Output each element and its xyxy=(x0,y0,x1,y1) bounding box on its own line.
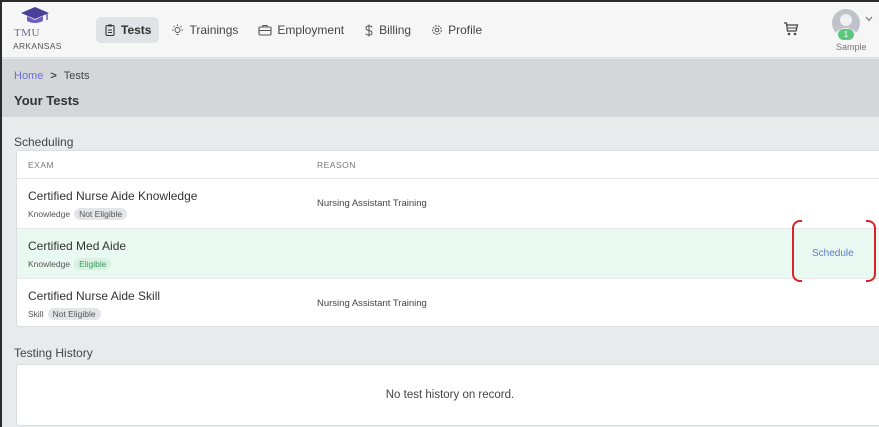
page-header xyxy=(2,59,879,117)
exam-name: Certified Nurse Aide Skill xyxy=(28,289,161,303)
exam-reason: Nursing Assistant Training xyxy=(317,198,427,209)
chevron-down-icon[interactable] xyxy=(865,16,873,22)
nav-trainings-label: Trainings xyxy=(189,23,239,37)
gear-icon xyxy=(432,25,442,35)
shopping-cart-icon[interactable] xyxy=(783,21,799,37)
testing-history-title: Testing History xyxy=(14,346,93,360)
brand-logo[interactable]: TMU ARKANSAS xyxy=(12,6,72,54)
notification-badge: 1 xyxy=(838,29,854,40)
brand-name: TMU xyxy=(14,27,40,39)
nav-billing-label: Billing xyxy=(379,23,412,37)
schedule-button[interactable]: Schedule xyxy=(812,248,854,259)
nav-tests[interactable]: Tests xyxy=(96,17,160,43)
status-badge: Eligible xyxy=(74,258,112,270)
empty-history-message: No test history on record. xyxy=(385,389,515,401)
lightbulb-icon xyxy=(172,24,184,35)
testing-history-card: No test history on record. xyxy=(16,364,879,426)
table-row: Certified Med Aide Knowledge Eligible Sc… xyxy=(17,229,879,279)
exam-type: Knowledge xyxy=(28,209,71,219)
page-title: Your Tests xyxy=(14,93,80,108)
nav-billing[interactable]: Billing xyxy=(356,17,419,43)
nav-tests-label: Tests xyxy=(121,23,152,37)
nav-profile-label: Profile xyxy=(448,23,483,37)
annotation-bracket-right xyxy=(866,220,876,282)
nav-employment[interactable]: Employment xyxy=(250,17,352,43)
breadcrumb: Home > Tests xyxy=(14,70,89,82)
briefcase-icon xyxy=(258,24,272,36)
top-navigation-bar: TMU ARKANSAS Tests Trainings Employment … xyxy=(2,2,879,58)
table-header: EXAM REASON xyxy=(17,151,879,179)
exam-reason: Nursing Assistant Training xyxy=(317,298,427,309)
nav-profile[interactable]: Profile xyxy=(423,17,490,43)
table-row: Certified Nurse Aide Knowledge Knowledge… xyxy=(17,179,879,229)
status-badge: Not Eligible xyxy=(74,208,128,220)
breadcrumb-current: Tests xyxy=(63,70,90,82)
graduation-cap-icon xyxy=(21,7,49,23)
brand-state: ARKANSAS xyxy=(13,41,62,51)
breadcrumb-separator: > xyxy=(50,70,57,82)
table-row: Certified Nurse Aide Skill Skill Not Eli… xyxy=(17,279,879,326)
exam-meta: Knowledge Eligible xyxy=(28,258,112,270)
column-header-reason: REASON xyxy=(317,160,356,170)
exam-type: Skill xyxy=(28,309,44,319)
nav-trainings[interactable]: Trainings xyxy=(163,17,246,43)
main-nav: Tests Trainings Employment Billing Profi… xyxy=(96,17,494,43)
exam-name: Certified Nurse Aide Knowledge xyxy=(28,189,198,203)
clipboard-icon xyxy=(105,24,115,36)
exam-type: Knowledge xyxy=(28,259,71,269)
dollar-icon xyxy=(365,24,373,36)
scheduling-table: EXAM REASON Certified Nurse Aide Knowled… xyxy=(16,150,879,327)
status-badge: Not Eligible xyxy=(47,308,101,320)
column-header-exam: EXAM xyxy=(28,160,55,170)
exam-meta: Skill Not Eligible xyxy=(28,308,101,320)
exam-meta: Knowledge Not Eligible xyxy=(28,208,128,220)
scheduling-section-title: Scheduling xyxy=(14,135,74,149)
annotation-bracket-left xyxy=(792,220,802,282)
breadcrumb-home-link[interactable]: Home xyxy=(14,70,43,82)
app-frame: TMU ARKANSAS Tests Trainings Employment … xyxy=(0,0,879,427)
user-name: Sample xyxy=(836,42,867,52)
exam-name: Certified Med Aide xyxy=(28,239,127,253)
nav-employment-label: Employment xyxy=(277,23,345,37)
